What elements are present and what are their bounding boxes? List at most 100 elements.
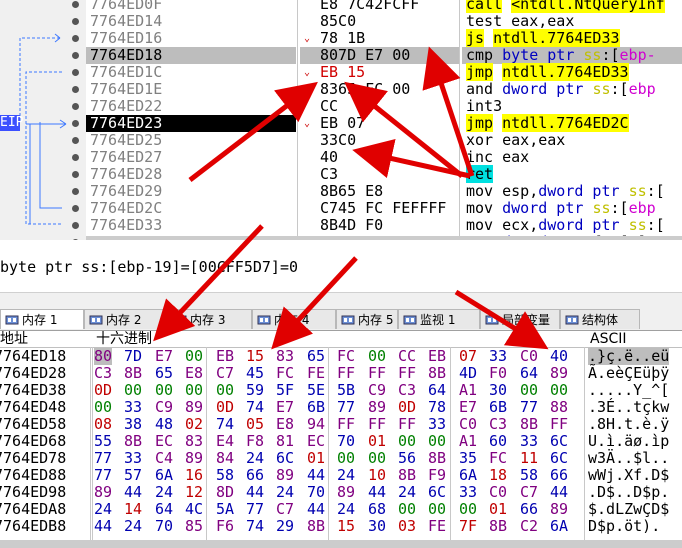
hex-byte[interactable]: 94 <box>307 416 325 433</box>
hex-byte[interactable]: 58 <box>216 467 234 484</box>
breakpoint-dots[interactable] <box>68 0 84 240</box>
tab-7[interactable]: 局部变量 <box>480 309 560 329</box>
breakpoint-dot-icon[interactable] <box>72 171 79 178</box>
disasm-instruction[interactable]: mov dword ptr ss:[ebp <box>462 200 682 217</box>
disasm-instruction[interactable]: jmp ntdll.7764ED2C <box>462 114 682 132</box>
disasm-bytes[interactable]: ⌄ EB 07 <box>300 115 460 132</box>
hex-byte[interactable]: 5A <box>216 501 234 518</box>
hex-byte[interactable]: 30 <box>489 382 507 399</box>
disasm-address[interactable]: 7764ED14 <box>86 13 296 30</box>
hex-byte[interactable]: 08 <box>94 416 112 433</box>
hex-byte[interactable]: F0 <box>489 365 507 382</box>
hex-byte[interactable]: 8B <box>398 467 416 484</box>
hex-byte[interactable]: 44 <box>307 467 325 484</box>
hex-byte[interactable]: E7 <box>155 348 173 365</box>
tab-5[interactable]: 内存 5 <box>336 309 398 329</box>
disasm-instruction[interactable]: inc eax <box>462 149 682 166</box>
hex-byte[interactable]: 8B <box>520 416 538 433</box>
hex-byte[interactable]: 88 <box>550 399 568 416</box>
hex-byte[interactable]: 0D <box>216 399 234 416</box>
hex-byte[interactable]: 4C <box>185 501 203 518</box>
pane-splitter[interactable] <box>0 292 682 309</box>
breakpoint-dot-icon[interactable] <box>72 239 79 240</box>
hex-byte[interactable]: 45 <box>246 365 264 382</box>
hex-byte[interactable]: 01 <box>368 433 386 450</box>
breakpoint-dot-icon[interactable] <box>72 86 79 93</box>
hex-byte[interactable]: 89 <box>185 450 203 467</box>
hex-byte[interactable]: 8B <box>428 365 446 382</box>
disasm-address[interactable]: 7764ED1C <box>86 64 296 81</box>
hex-byte[interactable]: 89 <box>276 467 294 484</box>
hex-byte[interactable]: 5F <box>276 382 294 399</box>
hex-byte[interactable]: 33 <box>520 433 538 450</box>
hex-byte[interactable]: 89 <box>550 365 568 382</box>
hex-byte[interactable]: FC <box>337 348 355 365</box>
hex-byte[interactable]: 35 <box>459 450 477 467</box>
hex-byte[interactable]: C0 <box>459 416 477 433</box>
disasm-instruction[interactable]: ret <box>462 165 682 183</box>
hex-byte[interactable]: 55 <box>94 433 112 450</box>
disasm-bytes[interactable]: 8365 FC 00 <box>300 81 460 98</box>
hex-byte[interactable]: FF <box>337 416 355 433</box>
hex-byte[interactable]: C2 <box>520 518 538 535</box>
hex-byte[interactable]: 44 <box>124 484 142 501</box>
disasm-bytes[interactable]: ⌄ EB 15 <box>300 64 460 81</box>
hex-byte[interactable]: 24 <box>246 450 264 467</box>
hex-byte[interactable]: FC <box>489 450 507 467</box>
hex-byte[interactable]: 8B <box>307 518 325 535</box>
hex-byte[interactable]: 00 <box>155 382 173 399</box>
dump-row[interactable]: 7764ED28 C3 8B 65 E8 C7 45 FC FE FF FF FF 8B 4D F0 64 89… <box>0 365 682 382</box>
dump-row[interactable]: 7764ED18 80 7D E7 00 EB 15 83 65 FC 00 CC EB 07 33 C0 40… <box>0 348 682 365</box>
hex-byte[interactable]: 5B <box>337 382 355 399</box>
disasm-address[interactable]: 7764ED25 <box>86 132 296 149</box>
hex-byte[interactable]: 00 <box>337 450 355 467</box>
tab-1[interactable]: 内存 1 <box>0 309 84 329</box>
dump-row[interactable]: 7764EDB8 44 24 70 85 F6 74 29 8B 15 30 03 FE 7F 8B C2 6A… <box>0 518 682 535</box>
hex-byte[interactable]: 66 <box>520 501 538 518</box>
hex-byte[interactable]: C7 <box>216 365 234 382</box>
dump-row[interactable]: 7764ED48 00 33 C9 89 0D 74 E7 6B 77 89 0D 78 E7 6B 77 88… <box>0 399 682 416</box>
hex-byte[interactable]: 00 <box>398 433 416 450</box>
hex-byte[interactable]: 70 <box>155 518 173 535</box>
hex-byte[interactable]: 6A <box>155 467 173 484</box>
breakpoint-dot-icon[interactable] <box>72 35 79 42</box>
hex-byte[interactable]: F6 <box>216 518 234 535</box>
hex-byte[interactable]: 00 <box>398 501 416 518</box>
hex-byte[interactable]: 00 <box>428 501 446 518</box>
disasm-instruction[interactable]: cmp byte ptr ss:[ebp- <box>462 47 682 64</box>
hex-byte[interactable]: C4 <box>155 450 173 467</box>
hex-byte[interactable]: 80 <box>94 348 113 365</box>
hex-byte[interactable]: 44 <box>246 484 264 501</box>
disasm-address[interactable]: 7764ED33 <box>86 217 296 234</box>
disasm-address[interactable]: 7764ED16 <box>86 30 296 47</box>
hex-byte[interactable]: 77 <box>94 467 112 484</box>
hex-byte[interactable]: 6C <box>276 450 294 467</box>
hex-byte[interactable]: 8B <box>124 365 142 382</box>
hex-byte[interactable]: 24 <box>337 467 355 484</box>
hex-byte[interactable]: 24 <box>94 501 112 518</box>
disasm-address[interactable]: 7764ED18 <box>86 47 296 64</box>
hex-byte[interactable]: 33 <box>124 450 142 467</box>
hex-byte[interactable]: A1 <box>459 382 477 399</box>
tab-8[interactable]: 结构体 <box>560 309 640 329</box>
hex-byte[interactable]: EC <box>155 433 173 450</box>
hex-byte[interactable]: 44 <box>368 484 386 501</box>
disasm-bytes[interactable]: 85C0 <box>300 13 460 30</box>
tab-4[interactable]: 内存 4 <box>252 309 336 329</box>
hex-byte[interactable]: 89 <box>337 484 355 501</box>
hex-byte[interactable]: 6B <box>489 399 507 416</box>
hex-byte[interactable]: 00 <box>550 382 568 399</box>
dump-horizontal-scrollbar[interactable] <box>0 540 682 548</box>
hex-byte[interactable]: 89 <box>94 484 112 501</box>
hex-byte[interactable]: FC <box>276 365 294 382</box>
hex-byte[interactable]: F8 <box>246 433 264 450</box>
disasm-instruction[interactable]: test eax,eax <box>462 13 682 30</box>
hex-byte[interactable]: 6B <box>307 399 325 416</box>
hex-byte[interactable]: 74 <box>216 416 234 433</box>
disasm-address[interactable]: 7764ED23 <box>86 115 296 132</box>
hex-byte[interactable]: 74 <box>246 518 264 535</box>
hex-byte[interactable]: C9 <box>155 399 173 416</box>
breakpoint-dot-icon[interactable] <box>72 137 79 144</box>
hex-byte[interactable]: 00 <box>520 382 538 399</box>
hex-byte[interactable]: 33 <box>124 399 142 416</box>
